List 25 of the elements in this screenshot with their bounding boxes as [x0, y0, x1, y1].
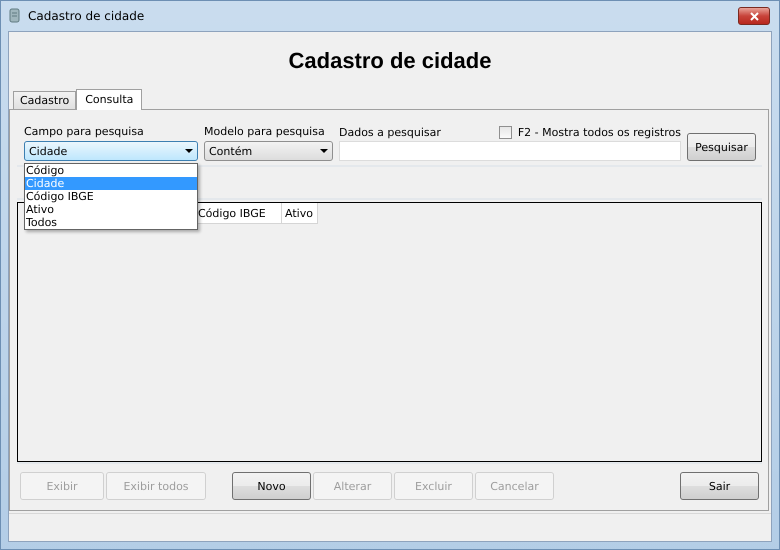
- dropdown-option[interactable]: Código: [25, 164, 197, 177]
- model-dropdown[interactable]: Contém: [204, 141, 333, 161]
- column-header[interactable]: Código IBGE: [195, 203, 282, 224]
- show-all-checkbox[interactable]: F2 - Mostra todos os registros: [498, 126, 681, 139]
- dropdown-option[interactable]: Código IBGE: [25, 190, 197, 203]
- field-dropdown[interactable]: Cidade: [24, 141, 198, 161]
- document-icon: [8, 8, 22, 24]
- page-heading: Cadastro de cidade: [288, 48, 492, 74]
- close-icon: [750, 12, 758, 20]
- exit-button[interactable]: Sair: [680, 472, 759, 500]
- search-button[interactable]: Pesquisar: [687, 133, 756, 161]
- search-input[interactable]: [339, 141, 681, 161]
- model-label: Modelo para pesquisa: [204, 125, 326, 138]
- action-button[interactable]: Novo: [232, 472, 311, 500]
- tab[interactable]: Cadastro: [13, 91, 76, 110]
- caret-icon: [185, 149, 193, 153]
- data-label: Dados a pesquisar: [339, 126, 441, 139]
- dropdown-option[interactable]: Ativo: [25, 203, 197, 216]
- window-title: Cadastro de cidade: [28, 9, 146, 23]
- close-button[interactable]: [738, 7, 770, 25]
- dropdown-option[interactable]: Todos: [25, 216, 197, 229]
- caret-icon: [320, 149, 328, 153]
- field-label: Campo para pesquisa: [24, 125, 145, 138]
- tab[interactable]: Consulta: [76, 89, 142, 110]
- column-header[interactable]: Ativo: [282, 203, 318, 224]
